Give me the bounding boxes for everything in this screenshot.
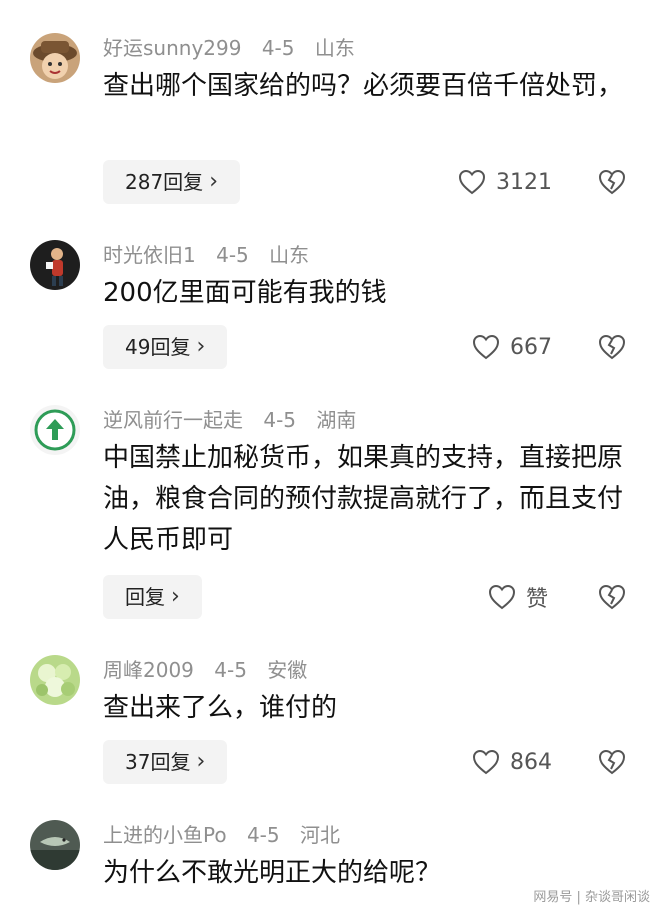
like-button[interactable]: 3121: [458, 160, 552, 204]
username[interactable]: 逆风前行一起走: [103, 408, 243, 432]
avatar[interactable]: [30, 405, 80, 455]
comment-date: 4-5: [263, 408, 297, 432]
comment-date: 4-5: [261, 36, 295, 60]
comment-text: 查出来了么，谁付的: [103, 693, 338, 723]
comment-location: 河北: [299, 823, 340, 847]
comment-meta: 时光依旧1 4-5 山东: [103, 242, 323, 268]
heart-outline-icon: [472, 334, 500, 360]
broken-heart-icon[interactable]: [598, 748, 626, 776]
chevron-right-icon: ›: [196, 749, 206, 774]
comment-meta: 周峰2009 4-5 安徽: [103, 657, 321, 683]
broken-heart-icon[interactable]: [598, 168, 626, 196]
comment-meta: 好运sunny299 4-5 山东: [103, 35, 369, 61]
like-button[interactable]: 赞: [488, 575, 548, 619]
avatar[interactable]: [30, 655, 80, 705]
heart-outline-icon: [458, 169, 486, 195]
comment-location: 安徽: [267, 658, 308, 682]
avatar[interactable]: [30, 240, 80, 290]
like-label: 赞: [526, 587, 549, 612]
reply-button[interactable]: 回复 ›: [103, 575, 202, 619]
like-button[interactable]: 864: [472, 740, 552, 784]
broken-heart-icon[interactable]: [598, 333, 626, 361]
comment-meta: 逆风前行一起走 4-5 湖南: [103, 407, 370, 433]
comment-text: 中国禁止加秘货币，如果真的支持，直接把原油，粮食合同的预付款提高就行了，而且支付…: [103, 443, 624, 555]
heart-outline-icon: [472, 749, 500, 775]
comment-location: 山东: [269, 243, 310, 267]
comment-date: 4-5: [246, 823, 280, 847]
username[interactable]: 好运sunny299: [103, 36, 241, 60]
comment-text: 200亿里面可能有我的钱: [103, 278, 387, 308]
comment-meta: 上进的小鱼Po 4-5 河北: [103, 822, 354, 848]
username[interactable]: 上进的小鱼Po: [103, 823, 227, 847]
username[interactable]: 周峰2009: [103, 658, 194, 682]
avatar[interactable]: [30, 820, 80, 870]
avatar[interactable]: [30, 33, 80, 83]
comment-location: 山东: [314, 36, 355, 60]
like-count: 864: [510, 749, 552, 775]
watermark: 网易号 | 杂谈哥闲谈: [533, 890, 650, 905]
chevron-right-icon: ›: [209, 169, 218, 194]
chevron-right-icon: ›: [196, 334, 206, 359]
like-button[interactable]: 667: [472, 325, 552, 369]
username[interactable]: 时光依旧1: [103, 243, 196, 267]
chevron-right-icon: ›: [171, 584, 180, 609]
like-count: 667: [510, 334, 552, 360]
reply-label: 49回复: [125, 335, 191, 359]
reply-label: 回复: [125, 585, 165, 609]
like-count: 3121: [496, 169, 552, 195]
comment-location: 湖南: [316, 408, 357, 432]
reply-button[interactable]: 37回复 ›: [103, 740, 228, 784]
reply-label: 37回复: [125, 750, 191, 774]
broken-heart-icon[interactable]: [598, 583, 626, 611]
comment-date: 4-5: [216, 243, 249, 267]
comment-text: 查出哪个国家给的吗？必须要百倍千倍处罚，: [103, 71, 624, 101]
reply-button[interactable]: 49回复 ›: [103, 325, 228, 369]
comment-date: 4-5: [214, 658, 247, 682]
reply-button[interactable]: 287回复 ›: [103, 160, 240, 204]
heart-outline-icon: [488, 584, 516, 610]
reply-label: 287回复: [125, 170, 204, 194]
